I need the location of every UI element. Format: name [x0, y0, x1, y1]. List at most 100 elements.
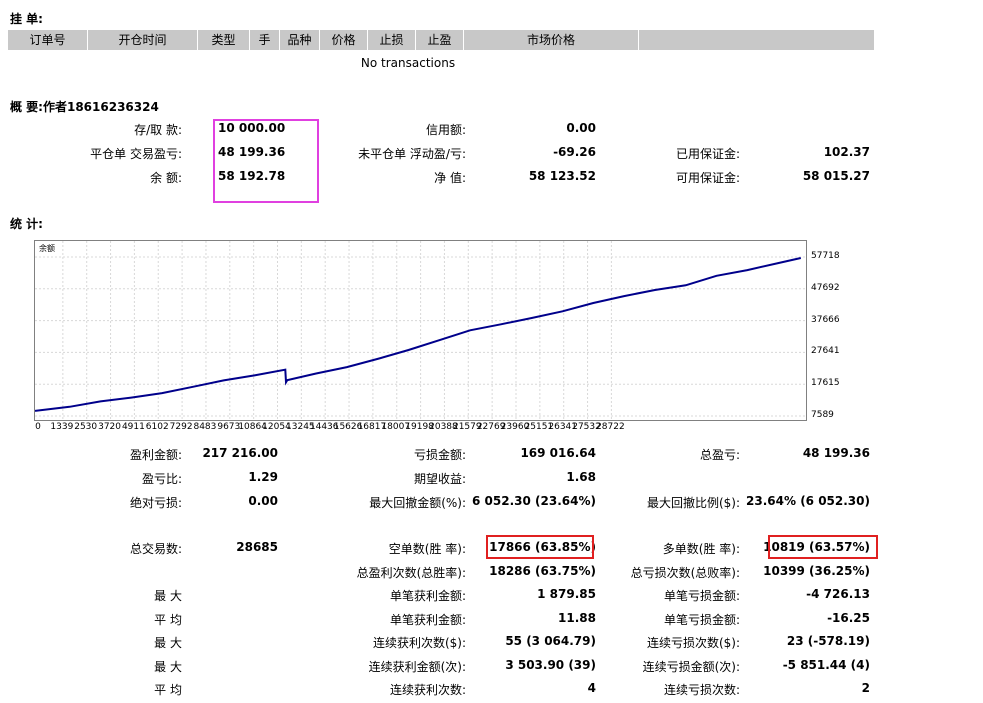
balance-line — [35, 257, 802, 412]
stat-value: 23 (-578.19) — [786, 634, 870, 648]
col-header[interactable]: 订单号 — [8, 30, 88, 50]
stat-label: 存/取 款: — [134, 123, 182, 137]
stat-label: 总亏损次数(总败率): — [630, 565, 740, 580]
col-header[interactable]: 市场价格 — [464, 30, 639, 50]
stat-value: 1.68 — [566, 470, 596, 484]
stat-value: 10399 (36.25%) — [763, 563, 870, 578]
x-tick-label: 3720 — [98, 422, 121, 432]
x-tick-label: 6102 — [145, 422, 169, 432]
stat-label: 连续获利次数: — [389, 683, 466, 697]
stat-value: 4 — [587, 681, 596, 695]
stat-value: 23.64% (6 052.30) — [746, 494, 870, 508]
stat-value: 28685 — [236, 540, 278, 554]
stat-value: 0.00 — [566, 121, 596, 135]
col-header[interactable]: 类型 — [198, 30, 250, 50]
stat-label: 净 值: — [434, 171, 466, 185]
x-tick-label: 4911 — [121, 422, 145, 432]
stat-value: -5 851.44 (4) — [782, 657, 870, 672]
x-tick-label: 28722 — [596, 422, 625, 432]
empty-message: No transactions — [360, 56, 456, 70]
x-tick-label: 8483 — [193, 422, 217, 432]
stat-label: 总盈利次数(总胜率): — [356, 565, 466, 580]
stat-label: 最 大 — [154, 636, 182, 650]
stat-label: 单笔获利金额: — [389, 612, 466, 627]
stat-value: 1.29 — [248, 470, 278, 484]
x-tick-label: 1339 — [50, 422, 74, 432]
y-tick-label: 47692 — [811, 282, 840, 293]
stat-value: 217 216.00 — [202, 446, 278, 460]
stat-value: 18286 (63.75%) — [489, 563, 596, 578]
stat-value: 2 — [861, 681, 870, 695]
stat-label: 期望收益: — [413, 472, 466, 486]
stat-label: 平 均 — [154, 612, 182, 627]
stat-label: 单笔获利金额: — [389, 589, 466, 603]
stat-label: 多单数(胜 率): — [662, 542, 740, 556]
y-tick-label: 37666 — [811, 314, 840, 325]
stat-label: 亏损金额: — [413, 448, 466, 462]
pending-table-header: 订单号 开仓时间 类型 手 品种 价格 止损 止盈 市场价格 — [8, 30, 874, 50]
summary-title: 概 要:作者18616236324 — [10, 100, 159, 114]
stat-label: 最大回撤金额(%): — [369, 496, 466, 510]
stat-label: 余 额: — [150, 171, 182, 185]
y-tick-label: 17615 — [811, 378, 840, 389]
stat-label: 已用保证金: — [675, 147, 740, 161]
pending-title: 挂 单: — [10, 12, 43, 26]
stat-value: 0.00 — [248, 494, 278, 508]
col-header[interactable]: 开仓时间 — [88, 30, 198, 50]
short-winrate-highlight-box — [486, 535, 594, 559]
col-header — [639, 30, 862, 50]
stat-label: 连续亏损次数: — [663, 683, 740, 697]
x-tick-label: 0 — [35, 422, 41, 432]
stat-value: 102.37 — [823, 145, 870, 159]
x-tick-label: 9673 — [217, 422, 241, 432]
summary-highlight-box — [213, 119, 319, 203]
stat-label: 未平仓单 浮动盈/亏: — [358, 147, 466, 161]
stat-label: 信用额: — [425, 123, 466, 137]
balance-chart: 余额 — [34, 240, 807, 421]
stat-label: 最 大 — [154, 589, 182, 603]
stat-label: 绝对亏损: — [129, 496, 182, 510]
chart-legend: 余额 — [39, 244, 55, 253]
stat-label: 可用保证金: — [675, 171, 740, 185]
stat-label: 单笔亏损金额: — [663, 612, 740, 627]
stat-label: 最 大 — [154, 659, 182, 674]
col-header[interactable]: 手 — [250, 30, 280, 50]
stat-value: 11.88 — [558, 610, 596, 625]
y-tick-label: 7589 — [811, 410, 834, 420]
balance-chart-svg — [35, 241, 806, 420]
stat-label: 连续亏损金额(次): — [642, 659, 740, 674]
stat-value: 58 015.27 — [802, 169, 870, 183]
stat-label: 空单数(胜 率): — [388, 542, 466, 556]
stat-value: 169 016.64 — [520, 446, 596, 460]
stat-value: -4 726.13 — [806, 587, 870, 601]
col-header[interactable]: 止盈 — [416, 30, 464, 50]
stat-value: 48 199.36 — [802, 446, 870, 460]
col-header[interactable]: 价格 — [320, 30, 368, 50]
stat-label: 连续获利次数($): — [372, 636, 466, 650]
stat-value: 6 052.30 (23.64%) — [472, 494, 596, 508]
stat-value: 55 (3 064.79) — [505, 634, 596, 648]
stat-label: 总交易数: — [129, 542, 182, 556]
stat-label: 平仓单 交易盈亏: — [90, 147, 182, 161]
stat-label: 连续获利金额(次): — [368, 659, 466, 674]
long-winrate-highlight-box — [768, 535, 878, 559]
stat-label: 平 均 — [154, 683, 182, 697]
stat-value: -69.26 — [553, 145, 596, 159]
stat-label: 最大回撤比例($): — [646, 496, 740, 510]
stat-value: 3 503.90 (39) — [505, 657, 596, 672]
stat-label: 盈利金额: — [129, 448, 182, 462]
stat-label: 连续亏损次数($): — [646, 636, 740, 650]
y-tick-label: 57718 — [811, 251, 840, 261]
stat-label: 盈亏比: — [141, 472, 182, 486]
col-header[interactable]: 止损 — [368, 30, 416, 50]
stat-value: -16.25 — [827, 610, 870, 625]
col-header[interactable]: 品种 — [280, 30, 320, 50]
x-tick-label: 7292 — [169, 422, 193, 432]
stat-value: 58 123.52 — [528, 169, 596, 183]
x-tick-label: 2530 — [74, 422, 98, 432]
stat-label: 单笔亏损金额: — [663, 589, 740, 603]
stats-title: 统 计: — [10, 217, 43, 231]
stat-label: 总盈亏: — [699, 448, 740, 462]
y-tick-label: 27641 — [811, 346, 840, 357]
stat-value: 1 879.85 — [537, 587, 596, 601]
